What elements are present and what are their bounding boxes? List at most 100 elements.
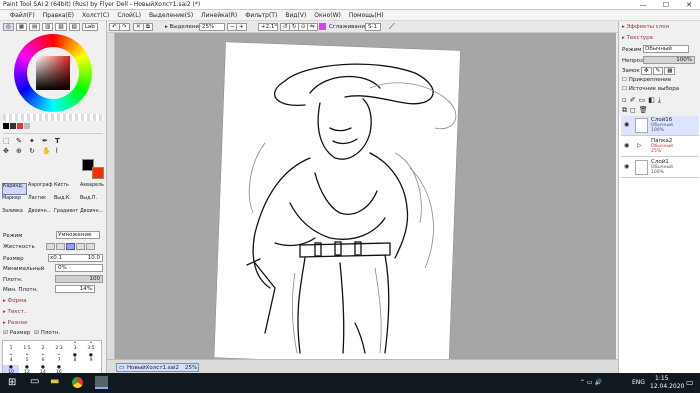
- lab-tab[interactable]: Lab: [81, 23, 98, 31]
- tray-icons[interactable]: ⌃ ▭ 🔊: [580, 379, 602, 386]
- brush-size-cell[interactable]: • 3.5: [83, 341, 99, 353]
- visibility-eye-icon[interactable]: ◉: [624, 121, 629, 128]
- brush-gradient[interactable]: Градиент: [54, 209, 79, 221]
- rotate-tool-icon[interactable]: ↻: [29, 147, 40, 155]
- brush-brush[interactable]: Кисть: [54, 183, 79, 195]
- flip-icon[interactable]: ⇋: [307, 23, 318, 31]
- picker-tool-icon[interactable]: ✒: [42, 137, 53, 145]
- brush-size-cell[interactable]: • 3: [67, 341, 83, 353]
- zoom-in-icon[interactable]: +: [236, 23, 247, 31]
- layer-row[interactable]: ◉ Слой16 Обычный 100%: [621, 116, 699, 136]
- language-indicator[interactable]: ENG: [632, 379, 645, 386]
- brush-size-cell[interactable]: ● 10: [3, 365, 19, 373]
- recent-color-swatch[interactable]: [3, 123, 9, 129]
- new-vector-icon[interactable]: ✐: [630, 96, 636, 105]
- misc-section[interactable]: ▸ Разное: [3, 320, 27, 326]
- maximize-button[interactable]: ☐: [655, 0, 677, 10]
- task-view-icon[interactable]: ▭: [30, 376, 39, 387]
- visibility-eye-icon[interactable]: ◉: [624, 142, 629, 149]
- ruler-line-icon[interactable]: ⟋: [389, 22, 395, 32]
- explorer-icon[interactable]: ▬: [50, 376, 59, 387]
- texture-section[interactable]: ▸ Текстура: [622, 35, 653, 41]
- min-size-slider[interactable]: 0%: [55, 264, 103, 272]
- lock-draw-icon[interactable]: ✎: [652, 67, 664, 75]
- brush-pencil[interactable]: Каранд.: [2, 183, 27, 195]
- menu-window[interactable]: Окно(W): [310, 10, 345, 20]
- swatch-tab[interactable]: ▥: [42, 23, 54, 31]
- opacity-slider[interactable]: 100%: [643, 56, 695, 64]
- menu-selection[interactable]: Выделение(S): [145, 10, 197, 20]
- menu-layer[interactable]: Слой(L): [113, 10, 145, 20]
- menu-canvas[interactable]: Холст(C): [78, 10, 113, 20]
- brush-size-cell[interactable]: • 4: [3, 353, 19, 365]
- brush-size-cell[interactable]: ● 9: [83, 353, 99, 365]
- menu-edit[interactable]: Правка(E): [39, 10, 78, 20]
- lock-move-icon[interactable]: ✥: [641, 67, 652, 75]
- copy-layer-icon[interactable]: ⧉: [622, 106, 627, 115]
- brush-eraser[interactable]: Ластик: [28, 196, 53, 208]
- canvas-drawing[interactable]: [115, 33, 616, 359]
- menu-file[interactable]: Файл(F): [6, 10, 39, 20]
- recent-color-swatch[interactable]: [10, 123, 16, 129]
- mode-select[interactable]: Умножение: [56, 231, 100, 239]
- stabilizer-icon[interactable]: [319, 23, 326, 30]
- close-button[interactable]: ✕: [678, 0, 700, 10]
- vertical-ruler[interactable]: [107, 33, 115, 373]
- brush-size-cell[interactable]: · 2.3: [51, 341, 67, 353]
- folder-expand-icon[interactable]: ▷: [637, 142, 642, 149]
- chrome-icon[interactable]: [72, 377, 83, 388]
- clock-time[interactable]: 1:15: [655, 375, 668, 382]
- layer-row[interactable]: ◉ ▷ Папка2 Обычный 25%: [621, 137, 699, 157]
- visibility-eye-icon[interactable]: ◉: [624, 163, 629, 170]
- menu-ruler[interactable]: Линейка(R): [197, 10, 241, 20]
- density-slider[interactable]: 100: [55, 275, 103, 283]
- brush-fill[interactable]: Заливка: [2, 209, 27, 221]
- size-checkbox[interactable]: ☑ Размер: [3, 330, 30, 336]
- menu-filter[interactable]: Фильтр(T): [241, 10, 281, 20]
- shape-section[interactable]: ▸ Форма: [3, 298, 27, 304]
- density-checkbox[interactable]: ☑ Плотн.: [34, 330, 60, 336]
- rgb-tab[interactable]: ▦: [15, 23, 28, 31]
- color-history-strip[interactable]: [3, 114, 103, 121]
- brush-size-cell[interactable]: · 1: [3, 341, 19, 353]
- brush-binary-1[interactable]: Двоичн...: [28, 209, 53, 221]
- redo-icon[interactable]: ↷: [119, 23, 130, 31]
- rotation-field[interactable]: +2.1°: [258, 23, 278, 31]
- selection-checkbox[interactable]: ▸ Выделение: [165, 24, 202, 30]
- mask-icon[interactable]: ◧: [648, 96, 655, 105]
- lock-alpha-icon[interactable]: ▦: [664, 67, 676, 75]
- color-wheel[interactable]: [14, 34, 92, 112]
- brush-size-cell[interactable]: • 5: [19, 353, 35, 365]
- brush-size-cell[interactable]: • 6: [35, 353, 51, 365]
- layer-mode-select[interactable]: Обычный: [643, 45, 689, 53]
- brush-size-cell[interactable]: ● 12: [19, 365, 35, 373]
- hand-tool-icon[interactable]: ✋: [42, 147, 53, 155]
- brush-size-cell[interactable]: • 7: [51, 353, 67, 365]
- saturation-value-square[interactable]: [36, 56, 70, 90]
- brush-size-cell[interactable]: ● 16: [51, 365, 67, 373]
- brush-select-eraser[interactable]: Выд.П.: [80, 196, 105, 208]
- brush-size-cell[interactable]: · 1.5: [19, 341, 35, 353]
- clear-layer-icon[interactable]: ◻: [630, 106, 636, 115]
- invert-selection-icon[interactable]: ⧉: [143, 23, 153, 31]
- zoom-tool-icon[interactable]: ⊕: [16, 147, 27, 155]
- eyedropper-icon[interactable]: ⌇: [55, 147, 66, 155]
- menu-view[interactable]: Вид(V): [281, 10, 310, 20]
- smoothing-select[interactable]: S-1: [365, 23, 381, 31]
- brush-binary-2[interactable]: Двоичн...: [80, 209, 105, 221]
- layer-row[interactable]: ◉ Слой1 Обычный 100%: [621, 158, 699, 178]
- document-tab[interactable]: ▭ НовыйХолст1.sai2 25%: [116, 363, 199, 372]
- brush-airbrush[interactable]: Аэрограф: [28, 183, 53, 195]
- clock-date[interactable]: 12.04.2020: [650, 383, 684, 390]
- background-color[interactable]: [92, 167, 104, 179]
- texture-section[interactable]: ▸ Текст..: [3, 309, 27, 315]
- zoom-field[interactable]: 25%: [199, 23, 225, 31]
- canvas-viewport[interactable]: [115, 33, 616, 359]
- min-density-slider[interactable]: 14%: [55, 285, 95, 293]
- merge-icon[interactable]: ⤓: [658, 96, 661, 105]
- sai-app-icon[interactable]: [95, 376, 108, 389]
- palette-tab[interactable]: ▨: [68, 23, 80, 31]
- new-folder-icon[interactable]: ▭: [639, 96, 646, 105]
- new-layer-icon[interactable]: ▫: [622, 96, 627, 105]
- menu-help[interactable]: Помощь(H): [345, 10, 388, 20]
